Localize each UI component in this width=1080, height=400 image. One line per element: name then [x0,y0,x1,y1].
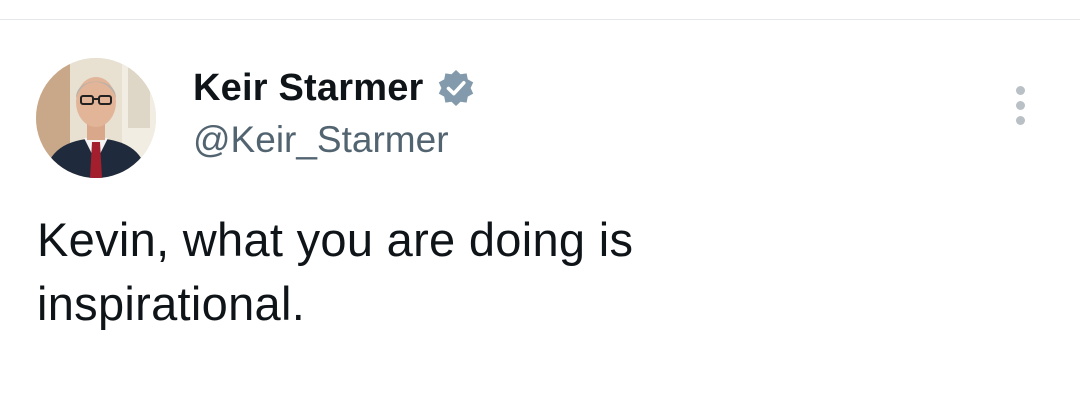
more-options-icon[interactable] [1004,80,1036,130]
more-dot [1015,115,1025,125]
tweet-card[interactable]: Keir Starmer @Keir_Starmer Kevin, what y… [0,20,1080,400]
author-handle[interactable]: @Keir_Starmer [193,119,449,161]
verified-badge-icon [436,68,476,108]
avatar-photo [36,58,156,178]
author-display-name[interactable]: Keir Starmer [193,67,424,110]
avatar[interactable] [36,58,156,178]
more-dot [1015,85,1025,95]
author-name-row[interactable]: Keir Starmer [193,64,476,112]
tweet-text: Kevin, what you are doing is inspiration… [37,213,634,330]
more-dot [1015,100,1025,110]
